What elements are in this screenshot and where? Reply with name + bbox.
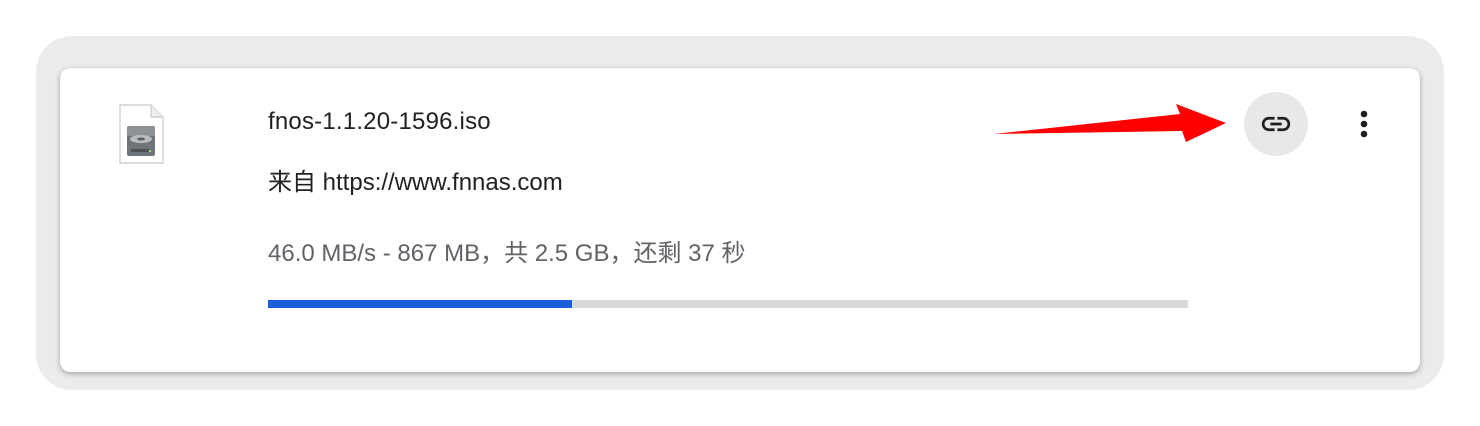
disk-image-file-icon: [118, 104, 164, 164]
screenshot-stage: fnos-1.1.20-1596.iso 来自 https://www.fnna…: [0, 0, 1480, 426]
more-vert-icon: [1360, 110, 1368, 138]
download-status-text: 46.0 MB/s - 867 MB，共 2.5 GB，还剩 37 秒: [268, 240, 746, 267]
copy-link-button[interactable]: [1244, 92, 1308, 156]
red-arrow-annotation: [994, 104, 1226, 142]
download-progress-bar: [268, 300, 1188, 308]
link-icon: [1261, 116, 1291, 132]
download-progress-fill: [268, 300, 572, 308]
more-options-button[interactable]: [1340, 100, 1388, 148]
file-name-link[interactable]: fnos-1.1.20-1596.iso: [268, 108, 491, 136]
download-source-url[interactable]: 来自 https://www.fnnas.com: [268, 162, 563, 197]
